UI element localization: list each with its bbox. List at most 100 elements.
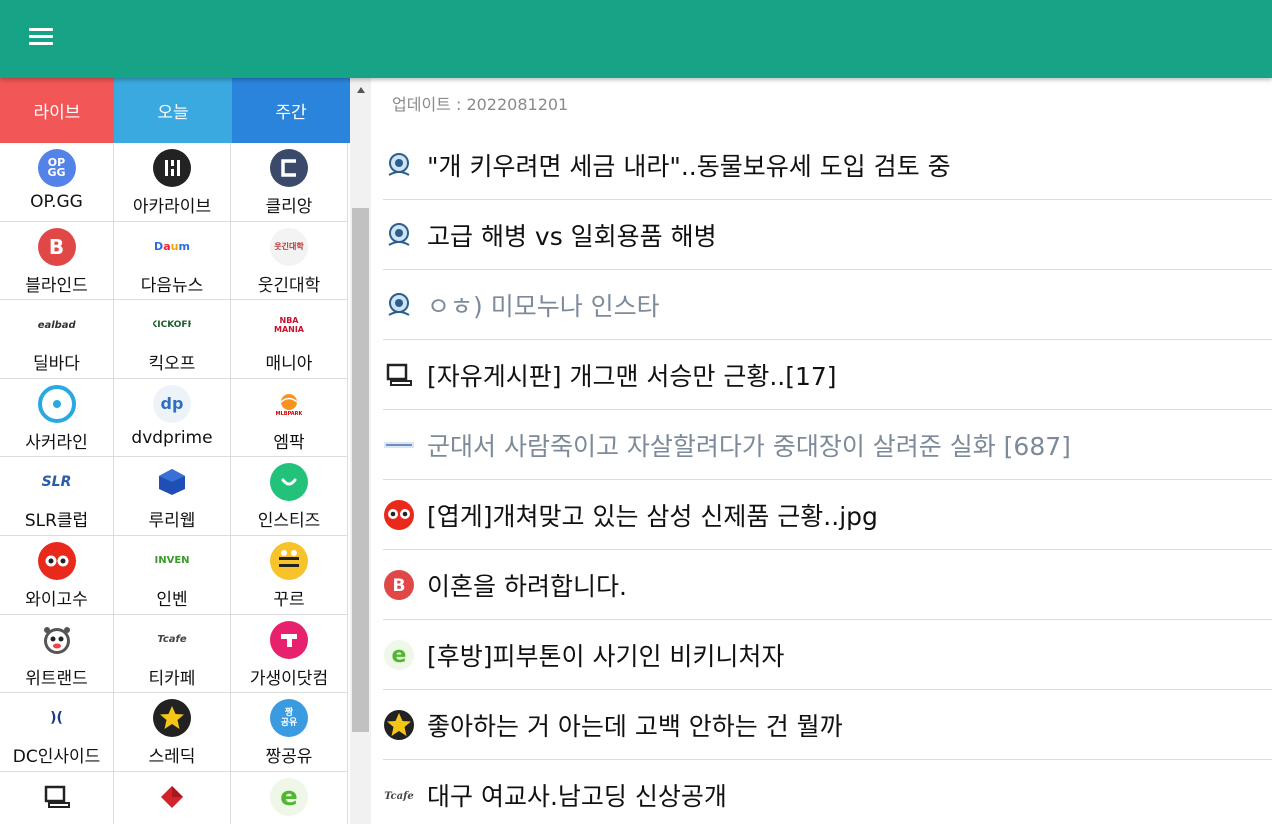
site-inven[interactable]: INVEN 인벤 [114, 535, 231, 615]
site-dcinside[interactable]: )( DC인사이드 [0, 693, 114, 772]
site-grid: OP GG OP.GG 아카라이브 클리앙 B 블라인드 Daum 다음뉴스 웃긴… [0, 143, 348, 824]
daum-logo-icon: Daum [153, 227, 191, 266]
site-pc[interactable] [0, 771, 114, 824]
site-label: 아카라이브 [132, 197, 212, 217]
site-humoruniv[interactable]: 웃긴대학 웃긴대학 [231, 221, 348, 301]
site-nbamania[interactable]: NBA MANIA 매니아 [231, 300, 348, 379]
list-item[interactable]: 군대서 사람죽이고 자살할려다가 중대장이 살려준 실화 [687] [383, 410, 1272, 480]
site-dealbada[interactable]: dealbada 딜바다 [0, 300, 114, 379]
clien-logo-icon [270, 149, 308, 187]
list-item[interactable]: "개 키우려면 세금 내라"..동물보유세 도입 검토 중 [383, 130, 1272, 200]
site-label: DC인사이드 [12, 747, 101, 768]
soccerline-logo-icon [37, 384, 76, 423]
post-title: 이혼을 하려합니다. [427, 571, 627, 601]
site-label: dvdprime [131, 427, 213, 448]
site-label: 짱공유 [265, 747, 313, 768]
site-label: 가생이닷컴 [249, 668, 329, 689]
blind-logo-icon: B [37, 227, 76, 266]
list-item[interactable]: ㅇㅎ) 미모누나 인스타 [383, 270, 1272, 340]
site-mlbpark[interactable]: MLBPARK 엠팍 [231, 378, 348, 458]
list-item[interactable]: [엽게]개쳐맞고 있는 삼성 신제품 근황..jpg [383, 480, 1272, 550]
slrclub-logo-icon: SLR [37, 463, 76, 502]
site-label: SLR클럽 [24, 511, 89, 532]
tab-today[interactable]: 오늘 [114, 78, 232, 143]
pc-icon [383, 359, 415, 391]
site-instiz[interactable]: 인스티즈 [231, 457, 348, 536]
list-item[interactable]: [자유게시판] 개그맨 서승만 근황..[17] [383, 340, 1272, 410]
site-clien[interactable]: 클리앙 [231, 143, 348, 222]
soccerline-icon [383, 149, 415, 181]
jjang0u-logo-icon: 짱 공유 [270, 699, 308, 738]
site-witland[interactable]: 위트랜드 [0, 614, 114, 694]
ygosu-icon [383, 499, 415, 531]
list-item[interactable]: Tcafe 대구 여교사.남고딩 신상공개 [383, 760, 1272, 824]
site-gasengi[interactable]: 가생이닷컴 [231, 614, 348, 694]
sidebar-scrollbar[interactable] [350, 78, 371, 824]
site-ggoorr[interactable]: 꾸르 [231, 535, 348, 615]
threadic-logo-icon [153, 699, 191, 738]
blind-icon: B [383, 569, 415, 601]
mlbpark-logo-icon: MLBPARK [270, 384, 308, 423]
site-label: 루리웹 [148, 511, 196, 532]
site-daum[interactable]: Daum 다음뉴스 [114, 221, 231, 301]
witland-logo-icon [37, 620, 76, 659]
site-red-cube[interactable] [114, 771, 231, 824]
site-ruliweb[interactable]: 루리웹 [114, 457, 231, 536]
site-label: 엠팍 [273, 432, 305, 453]
site-label: OP.GG [30, 192, 83, 212]
arcalive-logo-icon [153, 149, 191, 187]
site-jjang0u[interactable]: 짱 공유 짱공유 [231, 693, 348, 772]
post-title: "개 키우려면 세금 내라"..동물보유세 도입 검토 중 [427, 151, 951, 181]
red-cube-logo-icon [153, 777, 191, 816]
site-label: 다음뉴스 [140, 275, 204, 296]
site-slrclub[interactable]: SLR SLR클럽 [0, 457, 114, 536]
site-opgg[interactable]: OP GG OP.GG [0, 143, 114, 222]
site-dvdprime[interactable]: dp dvdprime [114, 378, 231, 458]
site-blind[interactable]: B 블라인드 [0, 221, 114, 301]
site-threadic[interactable]: 스레딕 [114, 693, 231, 772]
sidebar: 라이브 오늘 주간 OP GG OP.GG 아카라이브 클리앙 B 블라인드 Da… [0, 78, 350, 824]
scroll-up-arrow-icon[interactable] [350, 84, 371, 98]
site-label: 딜바다 [33, 354, 80, 375]
list-item[interactable]: e [후방]피부톤이 사기인 비키니처자 [383, 620, 1272, 690]
kickoff-logo-icon: KICKOFF [153, 306, 191, 345]
site-ygosu[interactable]: 와이고수 [0, 535, 114, 615]
post-title: [엽게]개쳐맞고 있는 삼성 신제품 근황..jpg [427, 501, 878, 531]
soccerline-icon [383, 289, 415, 321]
post-title: 대구 여교사.남고딩 신상공개 [427, 781, 727, 811]
hamburger-menu-icon[interactable] [29, 28, 53, 48]
tab-live[interactable]: 라이브 [0, 78, 114, 143]
site-soccerline[interactable]: 사커라인 [0, 378, 114, 458]
site-label: 매니아 [265, 354, 313, 375]
site-tcafe[interactable]: Tcafe 티카페 [114, 614, 231, 694]
scrollbar-thumb[interactable] [352, 208, 369, 732]
list-item[interactable]: B 이혼을 하려합니다. [383, 550, 1272, 620]
site-etoland[interactable]: e [231, 771, 348, 824]
pc-logo-icon [37, 777, 76, 816]
ggoorr-logo-icon [270, 541, 308, 580]
post-title: 군대서 사람죽이고 자살할려다가 중대장이 살려준 실화 [687] [427, 431, 1071, 461]
site-kickoff[interactable]: KICKOFF 킥오프 [114, 300, 231, 379]
post-list-panel: 업데이트 : 2022081201 "개 키우려면 세금 내라"..동물보유세 … [371, 78, 1272, 824]
svg-text:MLBPARK: MLBPARK [276, 411, 302, 417]
post-title: [자유게시판] 개그맨 서승만 근황..[17] [427, 361, 837, 391]
tcafe-icon: Tcafe [383, 779, 415, 811]
list-item[interactable]: 고급 해병 vs 일회용품 해병 [383, 200, 1272, 270]
nbamania-logo-icon: NBA MANIA [270, 306, 308, 345]
update-timestamp: 업데이트 : 2022081201 [392, 95, 569, 114]
list-item[interactable]: 좋아하는 거 아는데 고백 안하는 건 뭘까 [383, 690, 1272, 760]
tab-weekly[interactable]: 주간 [232, 78, 350, 143]
svg-text:B: B [393, 576, 406, 596]
svg-text:e: e [392, 643, 407, 668]
site-label: 인벤 [156, 589, 188, 610]
site-arcalive[interactable]: 아카라이브 [114, 143, 231, 222]
instiz-logo-icon [270, 463, 308, 502]
svg-text:Tcafe: Tcafe [384, 791, 414, 802]
dealbada-logo-icon: dealbada [37, 306, 76, 345]
post-list: "개 키우려면 세금 내라"..동물보유세 도입 검토 중 고급 해병 vs 일… [383, 130, 1272, 824]
site-label: 인스티즈 [257, 511, 321, 532]
site-label: 위트랜드 [25, 668, 88, 689]
site-label: 사커라인 [25, 432, 88, 453]
post-title: 좋아하는 거 아는데 고백 안하는 건 뭘까 [427, 711, 843, 741]
etoland-logo-icon: e [270, 777, 308, 816]
